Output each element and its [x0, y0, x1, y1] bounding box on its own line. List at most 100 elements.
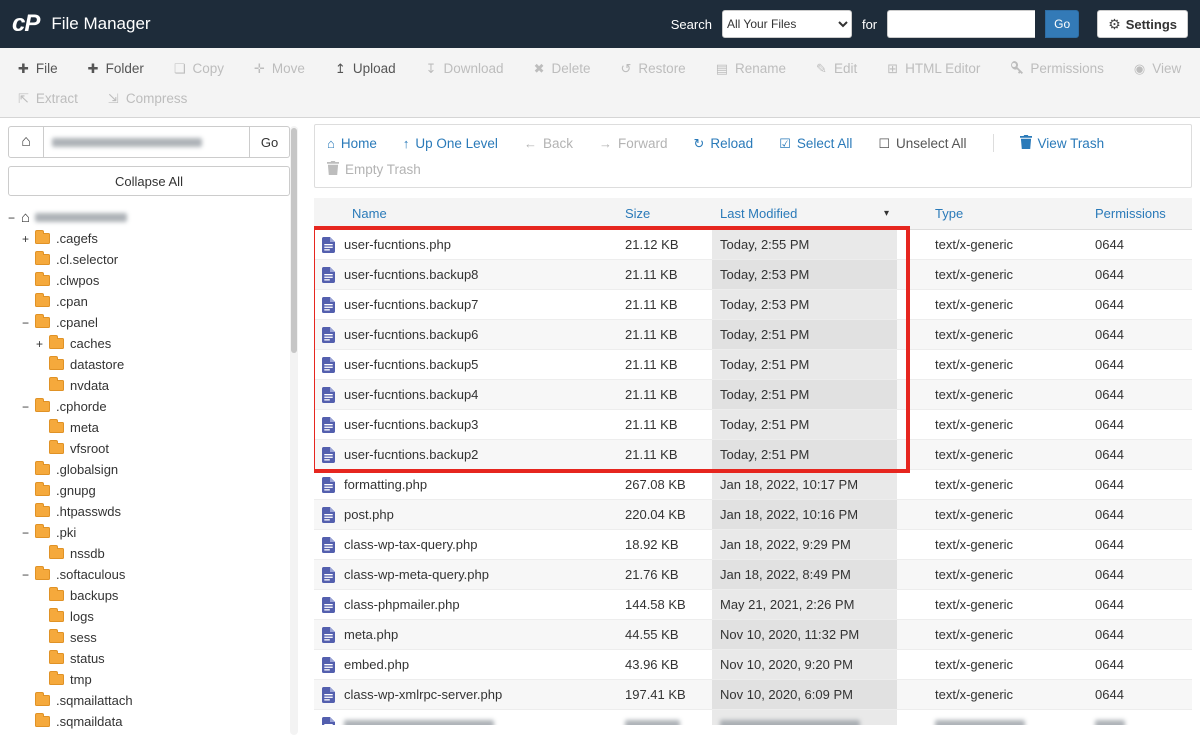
search-scope-select[interactable]: All Your Files	[721, 10, 852, 38]
tree-item-backups[interactable]: backups	[8, 585, 290, 606]
path-go-button[interactable]: Go	[250, 126, 290, 158]
toolbar-download-button[interactable]: ↧ Download	[426, 61, 504, 76]
tree-item-sess[interactable]: sess	[8, 627, 290, 648]
tree-item-root-home[interactable]: − ⌂	[8, 207, 290, 228]
table-row[interactable]: user-fucntions.backup8 21.11 KB Today, 2:5…	[314, 259, 1192, 290]
expand-icon[interactable]: +	[22, 232, 35, 246]
sidebar-scrollbar[interactable]	[290, 126, 298, 735]
collapse-icon[interactable]: −	[22, 526, 35, 540]
filenav-empty-trash-link[interactable]: Empty Trash	[327, 161, 421, 177]
toolbar-permissions-button[interactable]: Permissions	[1010, 60, 1104, 76]
filenav-select-all-link[interactable]: ☑ Select All	[779, 136, 852, 151]
tree-item-caches[interactable]: + caches	[8, 333, 290, 354]
collapse-icon[interactable]: −	[22, 400, 35, 414]
table-row-partial[interactable]	[314, 709, 1192, 725]
path-input[interactable]	[44, 126, 250, 158]
tree-item-clwpos[interactable]: .clwpos	[8, 270, 290, 291]
filenav-view-trash-link[interactable]: View Trash	[1019, 135, 1104, 151]
tree-item-cagefs[interactable]: + .cagefs	[8, 228, 290, 249]
file-size-cell: 144.58 KB	[617, 589, 712, 620]
table-row[interactable]: class-wp-tax-query.php 18.92 KB Jan 18, 20…	[314, 529, 1192, 560]
toolbar-html-editor-button[interactable]: ⊞ HTML Editor	[887, 61, 980, 76]
filenav-reload-link[interactable]: ↻ Reload	[693, 136, 753, 151]
toolbar-move-button[interactable]: ✛ Move	[254, 61, 305, 76]
folder-icon	[35, 482, 50, 496]
table-row[interactable]: user-fucntions.backup5 21.11 KB Today, 2:5…	[314, 349, 1192, 380]
toolbar-extract-button[interactable]: ⇱ Extract	[18, 91, 78, 106]
toolbar-row-1: ✚ File ✚ Folder ❏ Copy ✛ Move ↥ Upload ↧ Download ✖ D…	[18, 53, 1200, 83]
tree-item-pki[interactable]: − .pki	[8, 522, 290, 543]
column-header-type[interactable]: Type	[897, 198, 1087, 230]
settings-button[interactable]: ⚙ Settings	[1097, 10, 1188, 38]
tree-item-sqmaildata[interactable]: .sqmaildata	[8, 711, 290, 732]
toolbar-rename-button[interactable]: ▤ Rename	[716, 61, 786, 76]
collapse-icon[interactable]: −	[22, 568, 35, 582]
tree-item-nvdata[interactable]: nvdata	[8, 375, 290, 396]
table-row[interactable]: class-wp-meta-query.php 21.76 KB Jan 18, 2…	[314, 559, 1192, 590]
tree-item-cl-selector[interactable]: .cl.selector	[8, 249, 290, 270]
table-row[interactable]: user-fucntions.backup6 21.11 KB Today, 2:5…	[314, 319, 1192, 350]
table-row[interactable]: meta.php 44.55 KB Nov 10, 2020, 11:32 PM te…	[314, 619, 1192, 650]
toolbar-delete-button[interactable]: ✖ Delete	[534, 61, 591, 76]
table-row[interactable]: formatting.php 267.08 KB Jan 18, 2022, 10:…	[314, 469, 1192, 500]
column-header-name[interactable]: Name	[314, 198, 617, 230]
search-input[interactable]	[887, 10, 1036, 38]
file-icon	[322, 326, 335, 343]
table-row[interactable]: post.php 220.04 KB Jan 18, 2022, 10:16 PM t…	[314, 499, 1192, 530]
column-header-last-modified[interactable]: Last Modified ▾	[712, 198, 897, 230]
tree-item-status[interactable]: status	[8, 648, 290, 669]
tree-item-cpanel[interactable]: − .cpanel	[8, 312, 290, 333]
column-header-permissions[interactable]: Permissions	[1087, 198, 1192, 230]
filenav-unselect-all-link[interactable]: ☐ Unselect All	[878, 136, 966, 151]
toolbar-file-button[interactable]: ✚ File	[18, 61, 58, 76]
table-row[interactable]: user-fucntions.php 21.12 KB Today, 2:55 PM…	[314, 229, 1192, 260]
permissions-cell: 0644	[1087, 229, 1192, 260]
search-label: Search	[670, 16, 712, 32]
tree-item-tmp[interactable]: tmp	[8, 669, 290, 690]
toolbar-upload-button[interactable]: ↥ Upload	[335, 61, 396, 76]
expand-icon[interactable]: +	[36, 337, 49, 351]
home-icon: ⌂	[21, 209, 31, 226]
toolbar-restore-button[interactable]: ↺ Restore	[621, 61, 686, 76]
filenav-up-one-level-link[interactable]: ↑ Up One Level	[403, 136, 498, 151]
table-row[interactable]: user-fucntions.backup3 21.11 KB Today, 2:5…	[314, 409, 1192, 440]
table-row[interactable]: class-phpmailer.php 144.58 KB May 21, 2021…	[314, 589, 1192, 620]
directory-tree: − ⌂ + .cagefs .cl.selector .clwpos .cpan − .cpan…	[8, 207, 290, 732]
tree-item-globalsign[interactable]: .globalsign	[8, 459, 290, 480]
search-go-button[interactable]: Go	[1045, 10, 1080, 38]
tree-item-cpan[interactable]: .cpan	[8, 291, 290, 312]
tree-item-nssdb[interactable]: nssdb	[8, 543, 290, 564]
tree-item-logs[interactable]: logs	[8, 606, 290, 627]
collapse-icon[interactable]: −	[22, 316, 35, 330]
tree-item-datastore[interactable]: datastore	[8, 354, 290, 375]
table-row[interactable]: user-fucntions.backup7 21.11 KB Today, 2:5…	[314, 289, 1192, 320]
toolbar-copy-button[interactable]: ❏ Copy	[174, 61, 224, 76]
collapse-all-button[interactable]: Collapse All	[8, 166, 290, 196]
tree-item-meta[interactable]: meta	[8, 417, 290, 438]
sidebar-scrollbar-thumb[interactable]	[291, 128, 297, 353]
sidebar-home-button[interactable]: ⌂	[8, 126, 44, 158]
tree-item-gnupg[interactable]: .gnupg	[8, 480, 290, 501]
toolbar-compress-button[interactable]: ⇲ Compress	[108, 91, 187, 106]
tree-item-cphorde[interactable]: − .cphorde	[8, 396, 290, 417]
toolbar-edit-button[interactable]: ✎ Edit	[816, 61, 857, 76]
tree-item-vfsroot[interactable]: vfsroot	[8, 438, 290, 459]
last-modified-label: Last Modified	[720, 206, 798, 221]
tree-item-sqmailattach[interactable]: .sqmailattach	[8, 690, 290, 711]
table-row[interactable]: user-fucntions.backup2 21.11 KB Today, 2:5…	[314, 439, 1192, 470]
tree-item-htpasswds[interactable]: .htpasswds	[8, 501, 290, 522]
table-row[interactable]: user-fucntions.backup4 21.11 KB Today, 2:5…	[314, 379, 1192, 410]
table-row[interactable]: embed.php 43.96 KB Nov 10, 2020, 9:20 PM te…	[314, 649, 1192, 680]
table-row[interactable]: class-wp-xmlrpc-server.php 197.41 KB Nov 1…	[314, 679, 1192, 710]
filenav-home-link[interactable]: ⌂ Home	[327, 136, 377, 151]
filenav-back-link[interactable]: ← Back	[524, 136, 573, 151]
column-header-size[interactable]: Size	[617, 198, 712, 230]
filenav-forward-link[interactable]: → Forward	[599, 136, 668, 151]
folder-icon	[49, 545, 64, 559]
tree-item-label: .clwpos	[56, 273, 100, 288]
redacted-path-text	[52, 137, 202, 147]
tree-item-softaculous[interactable]: − .softaculous	[8, 564, 290, 585]
collapse-icon[interactable]: −	[8, 211, 21, 225]
toolbar-folder-button[interactable]: ✚ Folder	[88, 61, 144, 76]
toolbar-view-button[interactable]: ◉ View	[1134, 61, 1181, 76]
